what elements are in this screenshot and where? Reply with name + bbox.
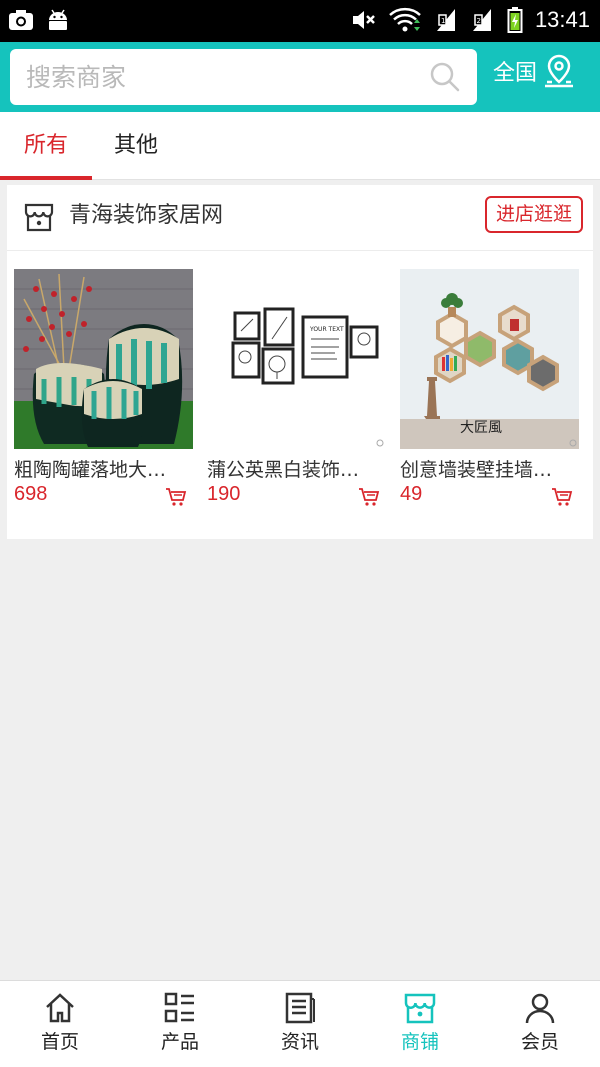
cart-icon[interactable] xyxy=(551,487,573,507)
cart-icon[interactable] xyxy=(358,487,380,507)
svg-text:YOUR TEXT: YOUR TEXT xyxy=(309,326,344,333)
screenshot-icon xyxy=(9,10,33,30)
search-input[interactable] xyxy=(26,49,426,105)
nav-label: 产品 xyxy=(160,1031,199,1053)
news-icon xyxy=(285,992,315,1024)
user-icon xyxy=(525,993,555,1024)
mute-icon xyxy=(352,11,375,29)
shop-name: 青海装饰家居网 xyxy=(69,203,224,228)
search-icon[interactable] xyxy=(429,61,461,93)
region-selector[interactable]: 全国 xyxy=(493,54,575,88)
product-name: 蒲公英黑白装饰… xyxy=(207,459,360,481)
shop-icon xyxy=(404,993,436,1024)
product-price: 698 xyxy=(14,483,48,505)
svg-text:2: 2 xyxy=(476,17,480,25)
bottom-nav: 首页 产品 资讯 商铺 会员 xyxy=(0,980,600,1067)
region-label: 全国 xyxy=(493,61,538,86)
product-image: YOUR TEXT xyxy=(207,269,386,449)
nav-news[interactable]: 资讯 xyxy=(240,981,360,1067)
tab-other[interactable]: 其他 xyxy=(92,112,180,180)
nav-label: 资讯 xyxy=(280,1031,319,1053)
nav-member[interactable]: 会员 xyxy=(480,981,600,1067)
nav-shops[interactable]: 商铺 xyxy=(360,981,480,1067)
shop-header[interactable]: 青海装饰家居网 进店逛逛 xyxy=(7,185,593,251)
nav-label: 首页 xyxy=(40,1031,79,1053)
svg-text:1: 1 xyxy=(441,17,445,25)
wifi-icon xyxy=(389,7,421,32)
tab-all[interactable]: 所有 xyxy=(0,112,92,180)
status-bar: 1 2 13:41 xyxy=(0,0,600,42)
location-pin-icon xyxy=(545,54,574,88)
visit-shop-button[interactable]: 进店逛逛 xyxy=(485,196,583,233)
nav-home[interactable]: 首页 xyxy=(0,981,120,1067)
product-name: 创意墙装壁挂墙… xyxy=(400,459,553,481)
product-image xyxy=(14,269,193,449)
list-icon xyxy=(164,992,194,1023)
svg-text:大匠風: 大匠風 xyxy=(460,420,502,436)
storefront-icon xyxy=(24,203,54,232)
product-price: 49 xyxy=(400,483,423,505)
sim2-signal-icon: 2 xyxy=(472,9,491,31)
battery-icon xyxy=(507,7,523,33)
product-image: 大匠風 xyxy=(400,269,579,449)
category-tabs: 所有 其他 xyxy=(0,112,600,180)
active-tab-indicator xyxy=(0,176,92,180)
shop-card: 青海装饰家居网 进店逛逛 粗陶陶罐落地大… 698 YOUR TEXT 蒲公英黑… xyxy=(7,185,593,539)
cart-icon[interactable] xyxy=(165,487,187,507)
product-name: 粗陶陶罐落地大… xyxy=(14,459,167,481)
product-price: 190 xyxy=(207,483,241,505)
android-icon xyxy=(49,9,67,30)
nav-label: 商铺 xyxy=(400,1031,439,1053)
clock: 13:41 xyxy=(534,7,590,32)
search-box[interactable] xyxy=(10,49,477,105)
top-bar: 全国 xyxy=(0,42,600,112)
nav-label: 会员 xyxy=(520,1031,559,1053)
nav-products[interactable]: 产品 xyxy=(120,981,240,1067)
home-icon xyxy=(46,993,74,1023)
sim1-signal-icon: 1 xyxy=(436,9,455,31)
